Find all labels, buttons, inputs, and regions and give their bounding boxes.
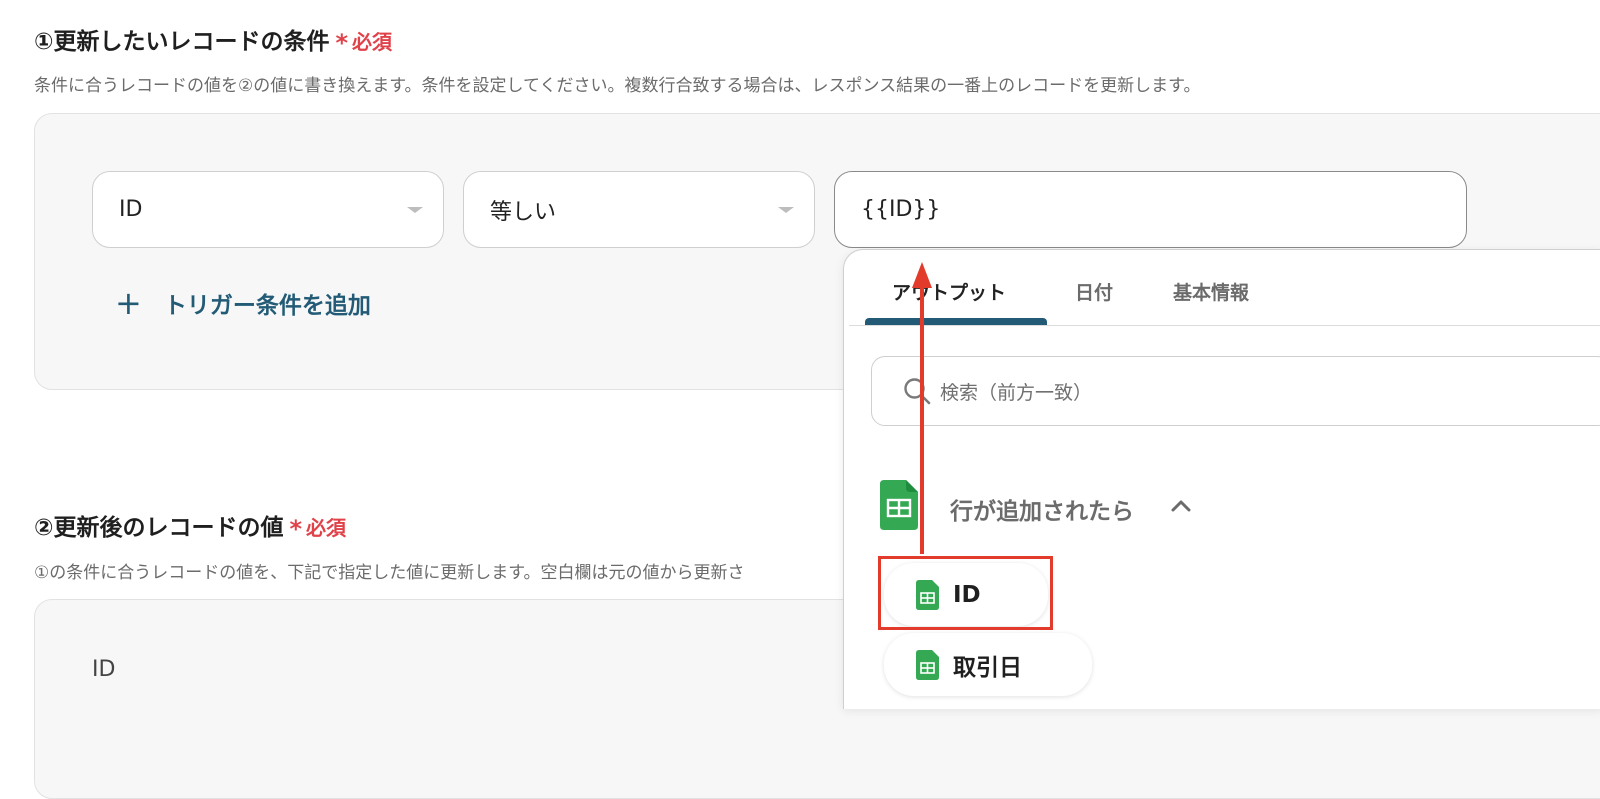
condition-value-text: {{ID}} xyxy=(861,197,941,222)
required-badge: * 必須 xyxy=(335,29,393,57)
required-badge: * 必須 xyxy=(289,515,347,543)
required-asterisk: * xyxy=(335,29,349,57)
section2-description: ①の条件に合うレコードの値を、下記で指定した値に更新します。空白欄は元の値から更… xyxy=(34,563,745,583)
chevron-down-icon xyxy=(778,206,794,213)
section1-description: 条件に合うレコードの値を②の値に書き換えます。条件を設定してください。複数行合致… xyxy=(34,76,1201,96)
add-trigger-label: トリガー条件を追加 xyxy=(163,293,371,319)
condition-field-value: ID xyxy=(119,197,143,222)
condition-operator-value: 等しい xyxy=(490,199,557,225)
variable-item-label: 取引日 xyxy=(953,654,1022,681)
plus-icon: + xyxy=(115,284,142,322)
search-placeholder: 検索（前方一致） xyxy=(940,381,1093,404)
variable-item-transaction-date[interactable]: 取引日 xyxy=(884,633,1092,696)
trigger-group-label: 行が追加されたら xyxy=(950,499,1134,525)
condition-value-input[interactable]: {{ID}} xyxy=(834,171,1467,248)
section2-title-text: ②更新後のレコードの値 xyxy=(34,515,284,541)
chevron-up-icon[interactable] xyxy=(1170,497,1192,513)
google-sheets-icon xyxy=(916,649,939,680)
annotation-arrow xyxy=(912,262,932,554)
required-label: 必須 xyxy=(352,30,393,54)
update-field-label: ID xyxy=(92,657,116,682)
highlight-box xyxy=(878,556,1053,630)
required-asterisk: * xyxy=(289,515,303,543)
condition-field-select[interactable]: ID xyxy=(92,171,444,248)
add-trigger-condition-button[interactable]: + トリガー条件を追加 xyxy=(115,284,371,322)
required-label: 必須 xyxy=(306,516,347,540)
chevron-down-icon xyxy=(407,206,423,213)
tabs-divider xyxy=(849,325,1600,326)
variable-search-input[interactable]: 検索（前方一致） xyxy=(871,356,1600,426)
section2-title: ②更新後のレコードの値 * 必須 xyxy=(34,508,347,543)
tab-date[interactable]: 日付 xyxy=(1075,278,1113,305)
section1-title: ①更新したいレコードの条件 * 必須 xyxy=(34,22,393,57)
condition-operator-select[interactable]: 等しい xyxy=(463,171,815,248)
section1-title-text: ①更新したいレコードの条件 xyxy=(34,29,330,55)
tab-basic-info[interactable]: 基本情報 xyxy=(1173,278,1249,305)
active-tab-indicator xyxy=(865,318,1047,325)
